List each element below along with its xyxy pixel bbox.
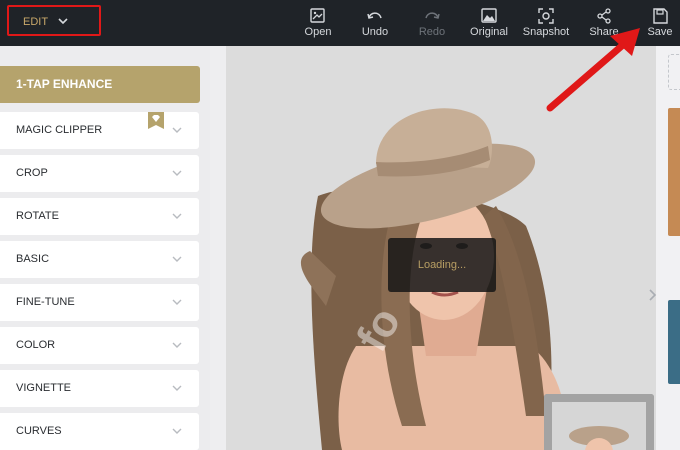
save-icon bbox=[653, 8, 668, 24]
sidebar-item-label: MAGIC CLIPPER bbox=[16, 124, 103, 136]
chevron-down-icon bbox=[172, 342, 182, 348]
sidebar-item-vignette[interactable]: VIGNETTE bbox=[0, 370, 199, 407]
edit-menu-button[interactable]: EDIT bbox=[7, 5, 101, 36]
diamond-icon bbox=[148, 112, 164, 129]
navigator-thumbnail[interactable] bbox=[544, 394, 654, 450]
original-icon bbox=[481, 8, 497, 23]
chevron-right-icon[interactable] bbox=[648, 288, 658, 302]
sidebar-item-color[interactable]: COLOR bbox=[0, 327, 199, 364]
chevron-down-icon bbox=[172, 428, 182, 434]
arrow-annotation-icon bbox=[546, 28, 640, 112]
undo-label: Undo bbox=[361, 26, 389, 38]
sidebar-item-label: BASIC bbox=[16, 253, 50, 265]
undo-icon bbox=[367, 12, 382, 19]
original-button[interactable]: Original bbox=[466, 0, 512, 46]
chevron-down-icon bbox=[172, 385, 182, 391]
sidebar-item-fine-tune[interactable]: FINE-TUNE bbox=[0, 284, 199, 321]
edit-sidebar: 1-TAP ENHANCE MAGIC CLIPPER CROP ROTATE … bbox=[0, 46, 210, 450]
redo-label: Redo bbox=[418, 26, 446, 38]
sidebar-item-curves[interactable]: CURVES bbox=[0, 413, 199, 450]
sidebar-item-rotate[interactable]: ROTATE bbox=[0, 198, 199, 235]
sidebar-item-label: ROTATE bbox=[16, 210, 59, 222]
chevron-down-icon bbox=[172, 213, 182, 219]
undo-button[interactable]: Undo bbox=[356, 0, 394, 46]
sidebar-item-label: COLOR bbox=[16, 339, 56, 351]
chevron-down-icon bbox=[58, 18, 68, 25]
image-thumbnail-2[interactable] bbox=[668, 300, 680, 384]
one-tap-enhance-button[interactable]: 1-TAP ENHANCE bbox=[0, 66, 200, 103]
open-icon bbox=[310, 8, 325, 23]
open-button[interactable]: Open bbox=[299, 0, 337, 46]
original-label: Original bbox=[470, 26, 508, 38]
redo-button[interactable]: Redo bbox=[413, 0, 451, 46]
sidebar-item-label: VIGNETTE bbox=[16, 382, 72, 394]
right-panel bbox=[649, 46, 680, 450]
chevron-down-icon bbox=[172, 170, 182, 176]
loading-overlay: Loading... bbox=[388, 238, 496, 292]
sidebar-item-label: FINE-TUNE bbox=[16, 296, 75, 308]
chevron-down-icon bbox=[172, 299, 182, 305]
image-thumbnail-1[interactable] bbox=[668, 108, 680, 236]
sidebar-item-label: CURVES bbox=[16, 425, 62, 437]
edit-menu-label: EDIT bbox=[23, 16, 49, 28]
chevron-down-icon bbox=[172, 127, 182, 133]
chevron-down-icon bbox=[172, 256, 182, 262]
thumbnail-image bbox=[544, 394, 654, 450]
sidebar-item-basic[interactable]: BASIC bbox=[0, 241, 199, 278]
sidebar-item-label: CROP bbox=[16, 167, 48, 179]
sidebar-item-crop[interactable]: CROP bbox=[0, 155, 199, 192]
redo-icon bbox=[425, 12, 440, 19]
sidebar-item-magic-clipper[interactable]: MAGIC CLIPPER bbox=[0, 112, 199, 149]
open-label: Open bbox=[304, 26, 332, 38]
panel-search-box[interactable] bbox=[668, 54, 680, 90]
